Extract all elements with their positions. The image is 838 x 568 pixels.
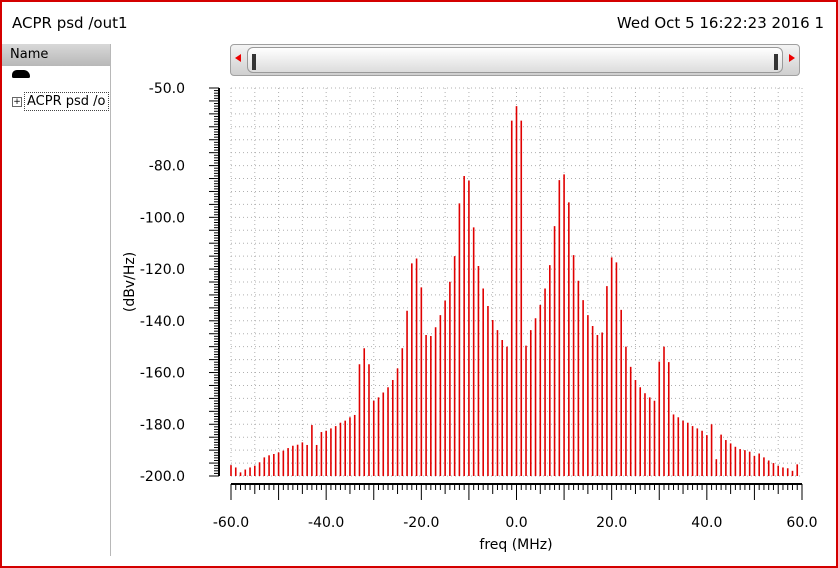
y-tick-label: -120.0: [140, 262, 185, 278]
psd-chart: -50.0 -80.0 -100.0 -120.0 -140.0 -160.0 -180.0…: [122, 81, 818, 553]
x-tick-label: -40.0: [308, 515, 344, 531]
y-axis-label: (dBv/Hz): [122, 252, 138, 312]
y-tick-label: -100.0: [140, 210, 185, 226]
y-tick-label: -160.0: [140, 366, 185, 382]
y-tick-label: -80.0: [149, 159, 185, 175]
x-tick-label: 40.0: [691, 515, 722, 531]
y-tick-label: -200.0: [140, 469, 185, 485]
x-tick-label: -60.0: [213, 515, 249, 531]
y-tick-label: -50.0: [149, 81, 185, 97]
x-tick-label: 60.0: [786, 515, 817, 531]
x-axis-label: freq (MHz): [479, 537, 552, 553]
x-tick-label: 0.0: [505, 515, 527, 531]
y-tick-label: -180.0: [140, 417, 185, 433]
y-tick-label: -140.0: [140, 314, 185, 330]
x-tick-label: -20.0: [403, 515, 439, 531]
x-tick-label: 20.0: [596, 515, 627, 531]
